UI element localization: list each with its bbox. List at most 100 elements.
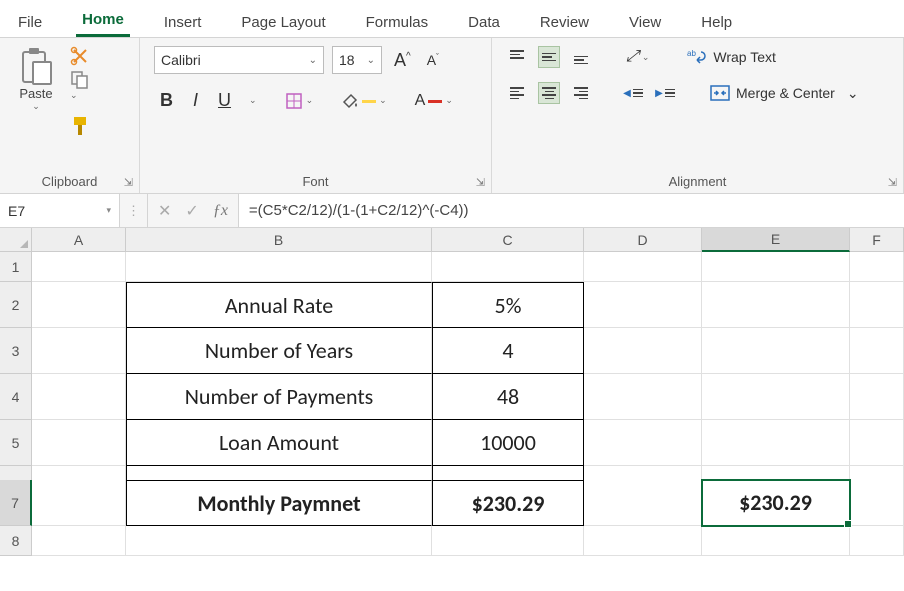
cell-f8[interactable] <box>850 526 904 556</box>
accept-formula-button[interactable]: ✓ <box>185 201 198 221</box>
cell-d1[interactable] <box>584 252 702 282</box>
name-box[interactable]: E7 ▾ <box>0 194 120 227</box>
cell-b7[interactable]: Monthly Paymnet <box>126 480 432 526</box>
font-name-combo[interactable]: Calibri ⌄ <box>154 46 324 74</box>
menu-tab-formulas[interactable]: Formulas <box>360 14 435 37</box>
font-size-combo[interactable]: 18 ⌄ <box>332 46 382 74</box>
align-center-button[interactable] <box>538 82 560 104</box>
clipboard-launcher[interactable]: ⇲ <box>124 176 133 189</box>
increase-font-size-button[interactable]: A^ <box>390 50 415 71</box>
bold-button[interactable]: B <box>154 90 179 111</box>
col-header-e[interactable]: E <box>702 228 850 252</box>
decrease-font-size-button[interactable]: Aˇ <box>423 52 443 68</box>
row-header-4[interactable]: 4 <box>0 374 32 420</box>
merge-center-button[interactable]: Merge & Center ⌄ <box>710 85 859 102</box>
cell-e2[interactable] <box>702 282 850 328</box>
row-header-3[interactable]: 3 <box>0 328 32 374</box>
row-header-1[interactable]: 1 <box>0 252 32 282</box>
menu-tab-file[interactable]: File <box>12 14 48 37</box>
align-bottom-button[interactable] <box>570 46 592 68</box>
cell-c6[interactable] <box>432 466 584 480</box>
cell-d7[interactable] <box>584 480 702 526</box>
increase-indent-button[interactable]: ▶ <box>654 82 676 104</box>
cell-c7[interactable]: $230.29 <box>432 480 584 526</box>
cell-c3[interactable]: 4 <box>432 328 584 374</box>
menu-tab-data[interactable]: Data <box>462 14 506 37</box>
cell-b1[interactable] <box>126 252 432 282</box>
cell-f3[interactable] <box>850 328 904 374</box>
underline-more-button[interactable]: ⌄ <box>245 95 261 106</box>
cell-d4[interactable] <box>584 374 702 420</box>
cell-e5[interactable] <box>702 420 850 466</box>
row-header-8[interactable]: 8 <box>0 526 32 556</box>
align-top-button[interactable] <box>506 46 528 68</box>
borders-button[interactable]: ⌄ <box>281 92 318 110</box>
cell-b5[interactable]: Loan Amount <box>126 420 432 466</box>
cell-e1[interactable] <box>702 252 850 282</box>
cell-a2[interactable] <box>32 282 126 328</box>
fill-color-button[interactable]: ⌄ <box>337 92 391 110</box>
font-launcher[interactable]: ⇲ <box>476 176 485 189</box>
insert-function-button[interactable]: ƒx <box>213 202 228 220</box>
cell-a8[interactable] <box>32 526 126 556</box>
menu-tab-home[interactable]: Home <box>76 11 130 37</box>
cell-b3[interactable]: Number of Years <box>126 328 432 374</box>
wrap-text-button[interactable]: ab Wrap Text <box>687 48 776 66</box>
cell-c1[interactable] <box>432 252 584 282</box>
cell-c4[interactable]: 48 <box>432 374 584 420</box>
menu-tab-view[interactable]: View <box>623 14 667 37</box>
col-header-f[interactable]: F <box>850 228 904 252</box>
cell-a4[interactable] <box>32 374 126 420</box>
cell-c8[interactable] <box>432 526 584 556</box>
menu-tab-pagelayout[interactable]: Page Layout <box>235 14 331 37</box>
row-header-2[interactable]: 2 <box>0 282 32 328</box>
col-header-b[interactable]: B <box>126 228 432 252</box>
cell-c5[interactable]: 10000 <box>432 420 584 466</box>
col-header-d[interactable]: D <box>584 228 702 252</box>
format-painter-button[interactable] <box>70 115 102 137</box>
cell-a1[interactable] <box>32 252 126 282</box>
cell-a7[interactable] <box>32 480 126 526</box>
menu-tab-help[interactable]: Help <box>695 14 738 37</box>
underline-button[interactable]: U <box>212 90 237 111</box>
cell-a6[interactable] <box>32 466 126 480</box>
select-all-corner[interactable] <box>0 228 32 252</box>
cell-e3[interactable] <box>702 328 850 374</box>
row-header-7[interactable]: 7 <box>0 480 32 526</box>
cell-e6[interactable] <box>702 466 850 480</box>
cell-f1[interactable] <box>850 252 904 282</box>
cell-e4[interactable] <box>702 374 850 420</box>
cancel-formula-button[interactable]: ✕ <box>158 201 171 221</box>
row-header-5[interactable]: 5 <box>0 420 32 466</box>
cell-a5[interactable] <box>32 420 126 466</box>
cell-f5[interactable] <box>850 420 904 466</box>
decrease-indent-button[interactable]: ◀ <box>622 82 644 104</box>
cell-b6[interactable] <box>126 466 432 480</box>
cell-e8[interactable] <box>702 526 850 556</box>
cell-f6[interactable] <box>850 466 904 480</box>
menu-tab-insert[interactable]: Insert <box>158 14 208 37</box>
copy-button[interactable]: ⌄ <box>70 70 102 111</box>
cell-d3[interactable] <box>584 328 702 374</box>
menu-tab-review[interactable]: Review <box>534 14 595 37</box>
cell-b4[interactable]: Number of Payments <box>126 374 432 420</box>
cell-c2[interactable]: 5% <box>432 282 584 328</box>
cell-a3[interactable] <box>32 328 126 374</box>
cell-d2[interactable] <box>584 282 702 328</box>
align-middle-button[interactable] <box>538 46 560 68</box>
paste-button[interactable]: Paste ⌄ <box>12 46 60 112</box>
row-header-6[interactable] <box>0 466 32 480</box>
col-header-a[interactable]: A <box>32 228 126 252</box>
font-color-button[interactable]: A ⌄ <box>411 92 457 110</box>
cell-d5[interactable] <box>584 420 702 466</box>
cell-b8[interactable] <box>126 526 432 556</box>
orientation-button[interactable]: ⤢ ⌄ <box>622 48 653 66</box>
cut-button[interactable] <box>70 46 102 66</box>
formula-bar-options[interactable]: ⋮ <box>120 194 148 227</box>
col-header-c[interactable]: C <box>432 228 584 252</box>
cell-f7[interactable] <box>850 480 904 526</box>
align-right-button[interactable] <box>570 82 592 104</box>
alignment-launcher[interactable]: ⇲ <box>888 176 897 189</box>
cell-d8[interactable] <box>584 526 702 556</box>
cell-f4[interactable] <box>850 374 904 420</box>
